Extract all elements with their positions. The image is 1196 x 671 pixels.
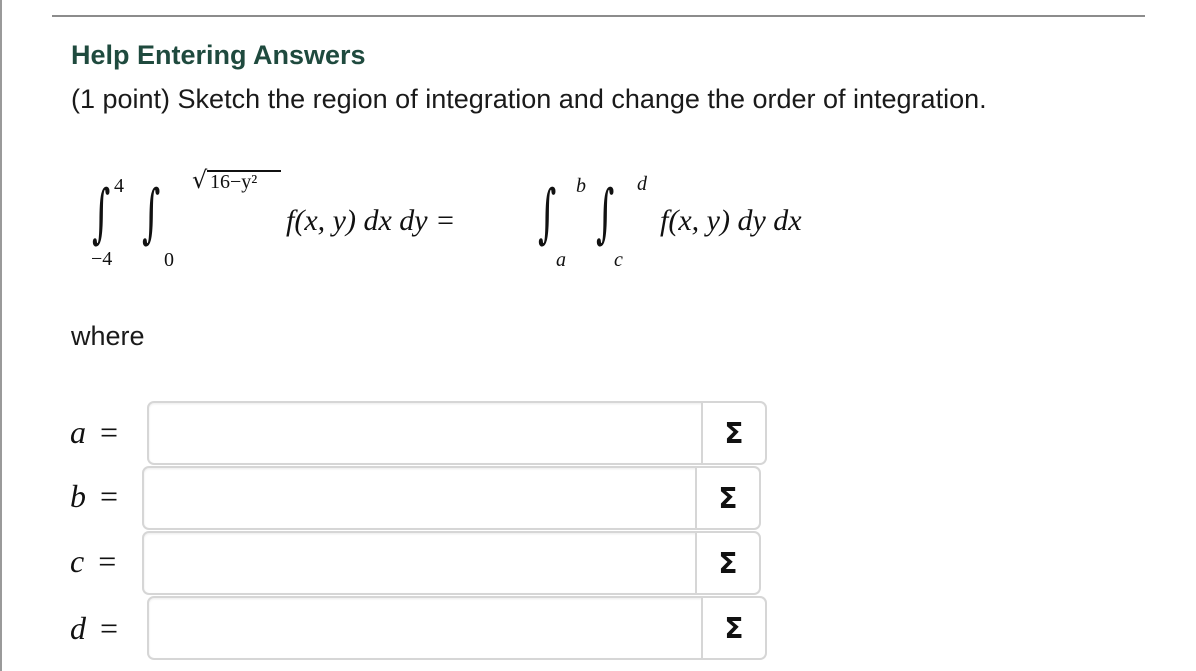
lhs-inner-lower-limit: 0 bbox=[164, 249, 174, 271]
variable-label: a = bbox=[70, 414, 119, 450]
left-border bbox=[0, 0, 2, 671]
outer-integral-sign: ∫ bbox=[92, 177, 111, 251]
rhs-outer-lower-limit: a bbox=[556, 249, 566, 271]
lhs-integrand: f(x, y) dx dy = bbox=[286, 204, 456, 237]
rhs-outer-upper-limit: b bbox=[576, 175, 586, 197]
answer-field-b[interactable]: Σ bbox=[142, 466, 761, 530]
answer-field-c[interactable]: Σ bbox=[142, 531, 761, 595]
answer-field-d[interactable]: Σ bbox=[147, 596, 767, 660]
rhs-outer-integral-sign: ∫ bbox=[538, 177, 557, 251]
sigma-icon: Σ bbox=[718, 481, 738, 515]
rhs-inner-upper-limit: d bbox=[637, 173, 647, 195]
inner-integral-sign: ∫ bbox=[142, 177, 161, 251]
equation-editor-button-c[interactable]: Σ bbox=[695, 533, 759, 593]
variable-label: c = bbox=[70, 543, 117, 579]
answer-input-b[interactable] bbox=[150, 474, 691, 524]
sigma-icon: Σ bbox=[724, 611, 744, 645]
variable-label: b = bbox=[70, 478, 119, 514]
problem-statement: (1 point) Sketch the region of integrati… bbox=[71, 84, 987, 114]
rhs-inner-lower-limit: c bbox=[614, 249, 623, 271]
lhs-outer-lower-limit: −4 bbox=[91, 248, 113, 270]
sqrt-icon: √ bbox=[192, 166, 208, 194]
lhs-inner-upper-limit: 16−y² bbox=[210, 171, 258, 193]
variable-label: d = bbox=[70, 610, 119, 646]
answer-input-d[interactable] bbox=[155, 604, 697, 654]
rhs-inner-integral-sign: ∫ bbox=[596, 177, 615, 251]
equation-editor-button-b[interactable]: Σ bbox=[695, 468, 759, 528]
answer-field-a[interactable]: Σ bbox=[147, 401, 767, 465]
lhs-outer-upper-limit: 4 bbox=[114, 175, 124, 197]
top-divider bbox=[52, 15, 1145, 17]
equation-editor-button-d[interactable]: Σ bbox=[701, 598, 765, 658]
sigma-icon: Σ bbox=[718, 546, 738, 580]
where-label: where bbox=[71, 321, 145, 351]
sigma-icon: Σ bbox=[724, 416, 744, 450]
answer-input-c[interactable] bbox=[150, 539, 691, 589]
equation-editor-button-a[interactable]: Σ bbox=[701, 403, 765, 463]
answer-input-a[interactable] bbox=[155, 409, 697, 459]
rhs-integrand: f(x, y) dy dx bbox=[660, 204, 802, 237]
help-entering-answers-link[interactable]: Help Entering Answers bbox=[71, 40, 366, 71]
